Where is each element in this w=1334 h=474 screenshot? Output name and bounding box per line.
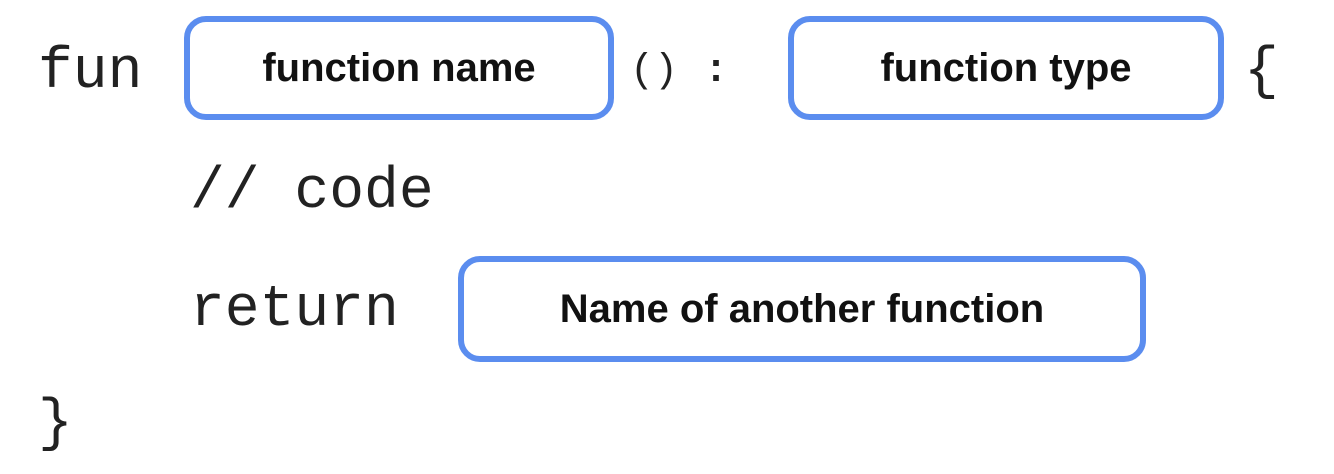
parentheses: () bbox=[630, 49, 679, 94]
close-brace: } bbox=[38, 392, 73, 457]
return-value-placeholder: Name of another function bbox=[458, 256, 1146, 362]
function-type-placeholder: function type bbox=[788, 16, 1224, 120]
open-brace: { bbox=[1244, 40, 1279, 105]
function-name-placeholder: function name bbox=[184, 16, 614, 120]
colon: : bbox=[704, 49, 729, 94]
fun-keyword: fun bbox=[38, 40, 143, 105]
return-keyword: return bbox=[190, 278, 399, 343]
code-comment: // code bbox=[190, 160, 434, 225]
